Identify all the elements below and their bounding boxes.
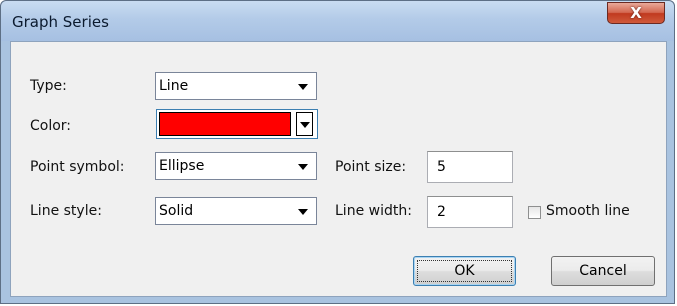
point-size-input[interactable]: 5	[427, 151, 513, 183]
dialog-body: Type: Line Color: Point symbol: Ellipse …	[10, 41, 667, 297]
cancel-button-label: Cancel	[579, 263, 627, 279]
chevron-down-icon	[298, 164, 308, 170]
dialog-title: Graph Series	[12, 13, 109, 31]
line-width-label: Line width:	[335, 203, 412, 219]
type-label: Type:	[30, 78, 67, 94]
line-style-select-value: Solid	[159, 203, 194, 219]
chevron-down-icon	[298, 84, 308, 90]
point-size-value: 5	[437, 159, 446, 175]
focus-rectangle	[417, 260, 512, 282]
line-width-value: 2	[437, 204, 446, 220]
point-symbol-select-value: Ellipse	[159, 158, 205, 174]
color-label: Color:	[30, 118, 72, 134]
color-picker[interactable]	[156, 109, 318, 139]
chevron-down-icon	[298, 209, 308, 215]
graph-series-dialog: Graph Series X Type: Line Color: Point s…	[0, 0, 675, 304]
smooth-line-checkbox[interactable]	[528, 206, 541, 219]
point-symbol-label: Point symbol:	[30, 159, 125, 175]
title-bar[interactable]: Graph Series X	[1, 1, 674, 41]
color-dropdown-button[interactable]	[296, 112, 313, 136]
smooth-line-label[interactable]: Smooth line	[546, 203, 630, 219]
close-button[interactable]: X	[607, 2, 665, 24]
type-select[interactable]: Line	[155, 72, 317, 100]
ok-button[interactable]: OK	[413, 256, 516, 286]
close-icon: X	[630, 4, 642, 22]
line-width-input[interactable]: 2	[427, 196, 513, 228]
type-select-value: Line	[159, 78, 189, 94]
cancel-button[interactable]: Cancel	[551, 256, 655, 286]
point-symbol-select[interactable]: Ellipse	[155, 152, 317, 180]
line-style-label: Line style:	[30, 203, 102, 219]
point-size-label: Point size:	[335, 159, 407, 175]
color-swatch	[159, 112, 291, 136]
line-style-select[interactable]: Solid	[155, 197, 317, 225]
chevron-down-icon	[300, 122, 310, 128]
